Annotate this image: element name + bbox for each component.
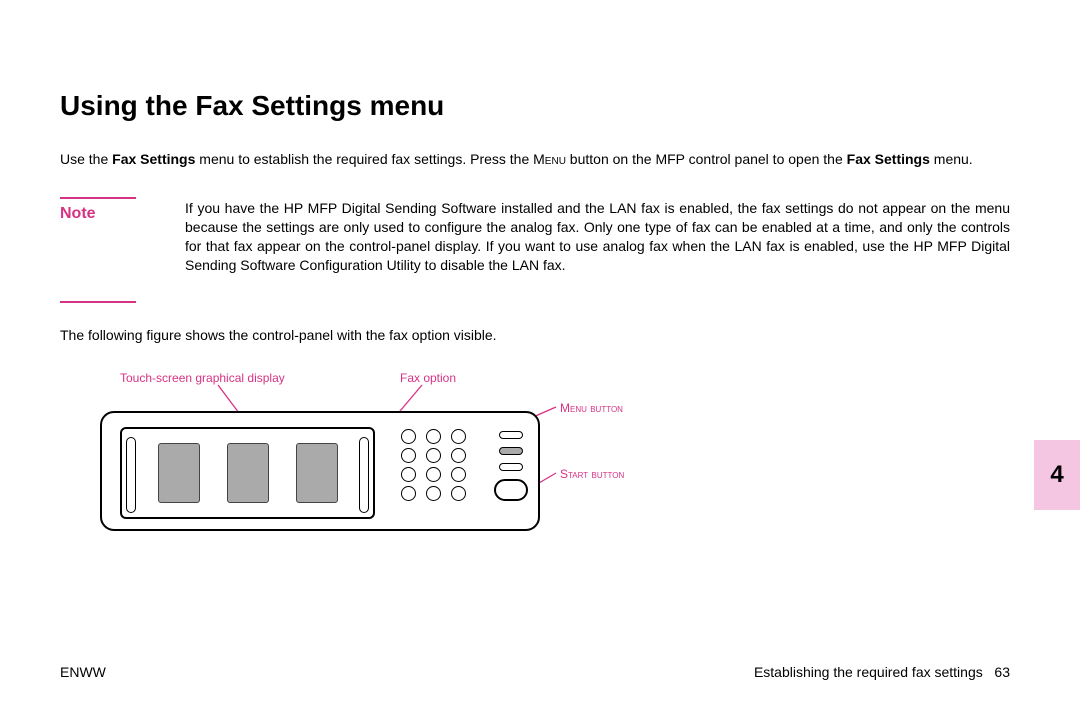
page-footer: ENWW Establishing the required fax setti… (60, 664, 1010, 680)
callout-touchscreen: Touch-screen graphical display (120, 371, 285, 385)
footer-page-number: 63 (994, 664, 1010, 680)
intro-t2: menu to establish the required fax setti… (195, 151, 533, 167)
softkey-1 (158, 443, 200, 503)
callout-menu-button: Menu button (560, 401, 623, 415)
intro-menu-sc: Menu (533, 151, 566, 167)
note-label: Note (60, 199, 185, 229)
footer-left: ENWW (60, 664, 106, 680)
footer-right: Establishing the required fax settings 6… (754, 664, 1010, 680)
intro-t1: Use the (60, 151, 112, 167)
intro-b1: Fax Settings (112, 151, 195, 167)
page-heading: Using the Fax Settings menu (60, 90, 1010, 122)
intro-t3: button on the MFP control panel to open … (566, 151, 847, 167)
status-button-icon (499, 447, 523, 455)
note-body: If you have the HP MFP Digital Sending S… (185, 197, 1010, 303)
numeric-keypad (387, 429, 479, 519)
screen-bezel-left (126, 437, 136, 513)
note-left: Note (60, 197, 185, 303)
figure-intro: The following figure shows the control-p… (60, 327, 1010, 343)
note-block: Note If you have the HP MFP Digital Send… (60, 197, 1010, 303)
control-panel-figure: Touch-screen graphical display Fax optio… (100, 371, 820, 561)
chapter-tab: 4 (1034, 440, 1080, 510)
note-rule-bottom (60, 301, 136, 303)
intro-t4: menu. (930, 151, 973, 167)
page: Using the Fax Settings menu Use the Fax … (0, 0, 1080, 720)
intro-b2: Fax Settings (847, 151, 930, 167)
softkey-3-fax (296, 443, 338, 503)
screen-bezel-right (359, 437, 369, 513)
callout-start-button: Start button (560, 467, 624, 481)
right-button-column (490, 431, 532, 519)
stop-button-icon (499, 463, 523, 471)
footer-section-title: Establishing the required fax settings (754, 664, 983, 680)
touchscreen-display (120, 427, 375, 519)
control-panel-body (100, 411, 540, 531)
start-button-icon (494, 479, 528, 501)
callout-fax-option: Fax option (400, 371, 456, 385)
menu-button-icon (499, 431, 523, 439)
intro-paragraph: Use the Fax Settings menu to establish t… (60, 150, 1010, 169)
softkey-2 (227, 443, 269, 503)
